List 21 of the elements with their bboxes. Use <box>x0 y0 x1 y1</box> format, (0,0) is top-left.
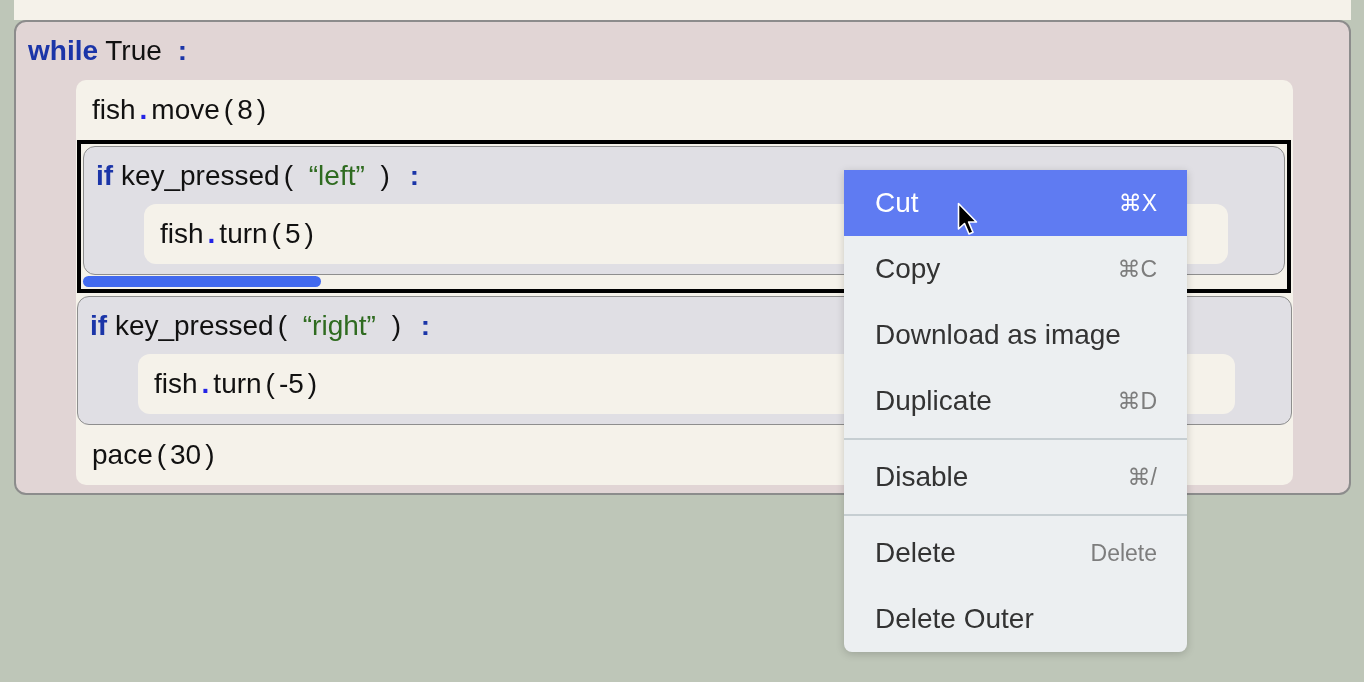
menu-item[interactable]: Delete Outer <box>844 586 1187 652</box>
menu-item[interactable]: Duplicate ⌘D <box>844 368 1187 434</box>
code-line: pace(30) <box>92 438 216 472</box>
shortcut-hint: Delete <box>1090 539 1157 567</box>
menu-item[interactable]: Cut ⌘X <box>844 170 1187 236</box>
code-line: while True : <box>28 34 187 68</box>
menu-item[interactable]: Delete Delete <box>844 520 1187 586</box>
code-line: fish.turn(5) <box>160 217 315 251</box>
scrollbar-thumb[interactable] <box>83 276 321 287</box>
code-line: fish.turn(-5) <box>154 367 319 401</box>
shortcut-hint: ⌘/ <box>1127 463 1157 491</box>
shortcut-hint: ⌘C <box>1117 255 1157 283</box>
shortcut-hint: ⌘D <box>1117 387 1157 415</box>
code-line: fish.move(8) <box>92 93 268 127</box>
code-line: if key_pressed( “left” ) : <box>96 158 419 193</box>
menu-item[interactable]: Download as image <box>844 302 1187 368</box>
cursor-icon <box>957 202 979 237</box>
code-line: if key_pressed( “right” ) : <box>90 308 431 343</box>
menu-item[interactable]: Disable ⌘/ <box>844 444 1187 510</box>
menu-item[interactable]: Copy ⌘C <box>844 236 1187 302</box>
shortcut-hint: ⌘X <box>1118 189 1157 217</box>
